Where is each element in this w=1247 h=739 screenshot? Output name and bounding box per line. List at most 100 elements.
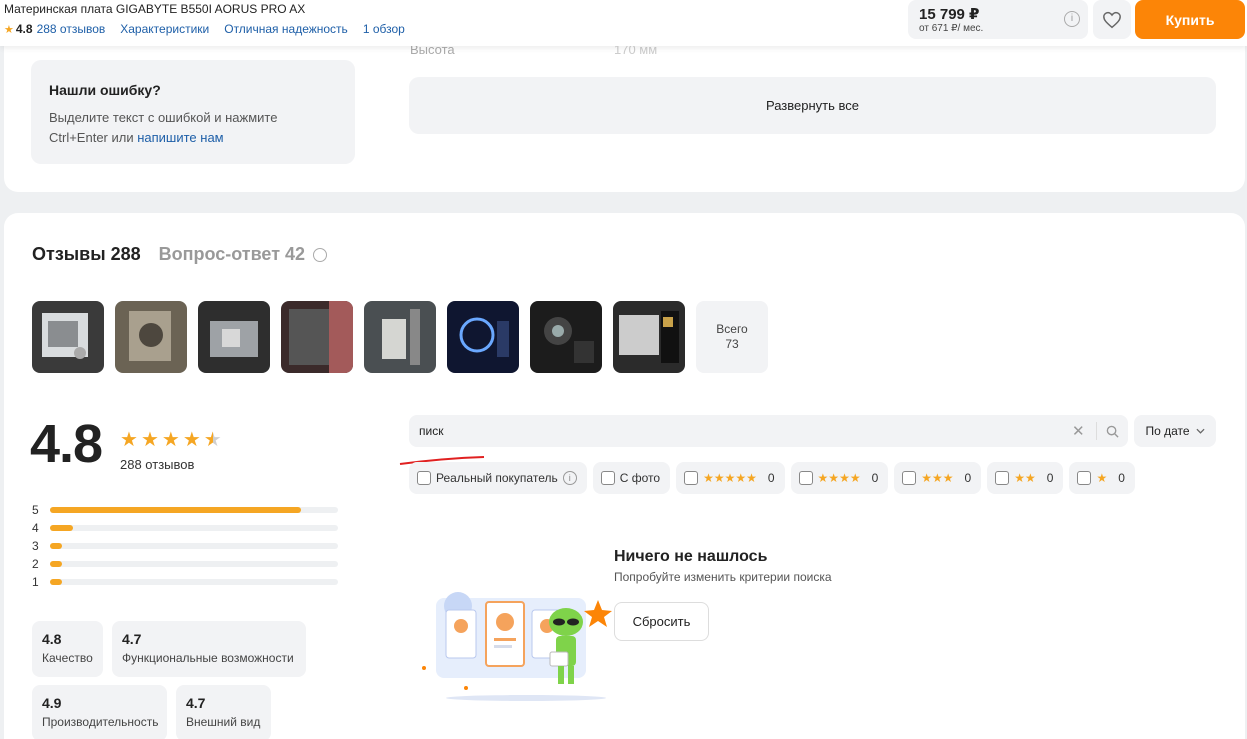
distribution-row[interactable]: 5 (32, 501, 338, 519)
reviews-tabs: Отзывы 288 Вопрос-ответ 42 (32, 244, 328, 265)
filter-5-stars[interactable]: ★★★★★ 0 (676, 462, 785, 494)
filter-count: 0 (871, 471, 879, 485)
filter-2-stars[interactable]: ★★ 0 (987, 462, 1064, 494)
distribution-track (50, 525, 338, 531)
sort-label: По дате (1145, 424, 1190, 438)
review-photo[interactable] (32, 301, 104, 373)
star-icon: ★ (120, 429, 138, 451)
checkbox[interactable] (684, 471, 699, 485)
rating-distribution: 5 4 3 2 1 (32, 501, 338, 591)
all-photos-button[interactable]: Всего 73 (696, 301, 768, 373)
empty-state-subtitle: Попробуйте изменить критерии поиска (614, 570, 832, 584)
search-icon[interactable] (1106, 425, 1119, 438)
tab-questions[interactable]: Вопрос-ответ 42 (158, 244, 328, 265)
sort-dropdown[interactable]: По дате (1134, 415, 1216, 447)
chevron-down-icon (1196, 428, 1205, 434)
reset-button[interactable]: Сбросить (614, 602, 709, 641)
review-filters: Реальный покупатель i С фото ★★★★★ 0 ★★★… (409, 462, 1135, 494)
star-icon: ★ (4, 23, 14, 36)
distribution-track (50, 579, 338, 585)
report-error-text: Выделите текст с ошибкой и нажмите Ctrl+… (49, 108, 299, 148)
all-photos-count: 73 (725, 337, 739, 351)
review-photo[interactable] (198, 301, 270, 373)
report-error-title: Нашли ошибку? (49, 82, 161, 98)
report-error-box: Нашли ошибку? Выделите текст с ошибкой и… (31, 60, 355, 164)
product-title: Материнская плата GIGABYTE B550I AORUS P… (4, 2, 306, 16)
distribution-row[interactable]: 1 (32, 573, 338, 591)
checkbox[interactable] (417, 471, 431, 485)
distribution-row[interactable]: 3 (32, 537, 338, 555)
filter-count: 0 (964, 471, 972, 485)
filter-with-photo[interactable]: С фото (592, 462, 671, 494)
filter-count: 0 (1118, 471, 1125, 485)
filter-label: С фото (619, 471, 661, 485)
filter-4-stars[interactable]: ★★★★ 0 (790, 462, 889, 494)
distribution-row[interactable]: 4 (32, 519, 338, 537)
filter-real-buyer[interactable]: Реальный покупатель i (409, 462, 587, 494)
star-icon: ★ (140, 429, 159, 451)
criterion-functionality: 4.7 Функциональные возможности (112, 621, 306, 677)
stars-icon: ★★★★★ (703, 471, 757, 485)
criterion-quality: 4.8 Качество (32, 621, 103, 677)
distribution-row[interactable]: 2 (32, 555, 338, 573)
review-photo[interactable] (364, 301, 436, 373)
reviews-link[interactable]: 288 отзывов (37, 22, 106, 36)
checkbox[interactable] (995, 471, 1010, 485)
review-photo[interactable] (530, 301, 602, 373)
distribution-track (50, 561, 338, 567)
write-us-link[interactable]: напишите нам (137, 130, 223, 145)
reviews-count: 288 отзывов (120, 457, 195, 472)
info-icon[interactable]: i (1064, 11, 1080, 27)
specs-link[interactable]: Характеристики (120, 22, 209, 36)
overview-link[interactable]: 1 обзор (363, 22, 405, 36)
review-photos: Всего 73 (32, 301, 768, 373)
distribution-fill (50, 525, 74, 531)
distribution-star-label: 5 (32, 503, 39, 517)
distribution-fill (50, 543, 62, 549)
distribution-star-label: 2 (32, 557, 39, 571)
review-photo[interactable] (281, 301, 353, 373)
all-photos-label: Всего (716, 322, 748, 336)
installment-price: от 671 ₽/ мес. (919, 23, 984, 34)
search-divider (1096, 422, 1097, 440)
chat-icon (313, 247, 328, 262)
criterion-value: 4.8 (42, 631, 62, 647)
criterion-performance: 4.9 Производительность (32, 685, 167, 739)
criterion-value: 4.7 (122, 631, 142, 647)
price-box: 15 799 ₽ от 671 ₽/ мес. i (908, 0, 1088, 39)
checkbox[interactable] (798, 471, 813, 485)
distribution-fill (50, 507, 301, 513)
distribution-track (50, 543, 338, 549)
overall-rating: 4.8 (30, 414, 103, 474)
criterion-name: Качество (42, 651, 93, 665)
buy-button[interactable]: Купить (1135, 0, 1245, 39)
stars-icon: ★★★ (921, 471, 954, 485)
reviews-search-input[interactable] (419, 422, 1059, 440)
filter-1-star[interactable]: ★ 0 (1069, 462, 1135, 494)
empty-state-title: Ничего не нашлось (614, 548, 768, 565)
review-photo[interactable] (447, 301, 519, 373)
heart-icon (1103, 11, 1121, 28)
review-photo[interactable] (613, 301, 685, 373)
filter-3-stars[interactable]: ★★★ 0 (894, 462, 982, 494)
product-rating: 4.8 (15, 22, 33, 36)
reliability-link[interactable]: Отличная надежность (224, 22, 348, 36)
info-icon[interactable]: i (562, 471, 577, 485)
distribution-star-label: 1 (32, 575, 39, 589)
favorite-button[interactable] (1093, 0, 1131, 39)
criterion-name: Производительность (42, 715, 159, 729)
checkbox[interactable] (1077, 471, 1092, 485)
distribution-fill (50, 561, 62, 567)
checkbox[interactable] (902, 471, 917, 485)
clear-icon[interactable]: ✕ (1072, 422, 1085, 440)
stars-icon: ★ (1096, 471, 1108, 485)
tab-reviews[interactable]: Отзывы 288 (32, 244, 141, 265)
distribution-star-label: 3 (32, 539, 39, 553)
checkbox[interactable] (600, 471, 615, 485)
review-photo[interactable] (115, 301, 187, 373)
criterion-name: Функциональные возможности (122, 651, 294, 665)
reviews-search: ✕ (409, 415, 1128, 447)
criterion-value: 4.7 (186, 695, 206, 711)
expand-all-button[interactable]: Развернуть все (409, 77, 1216, 134)
tab-questions-label: Вопрос-ответ 42 (158, 244, 306, 264)
